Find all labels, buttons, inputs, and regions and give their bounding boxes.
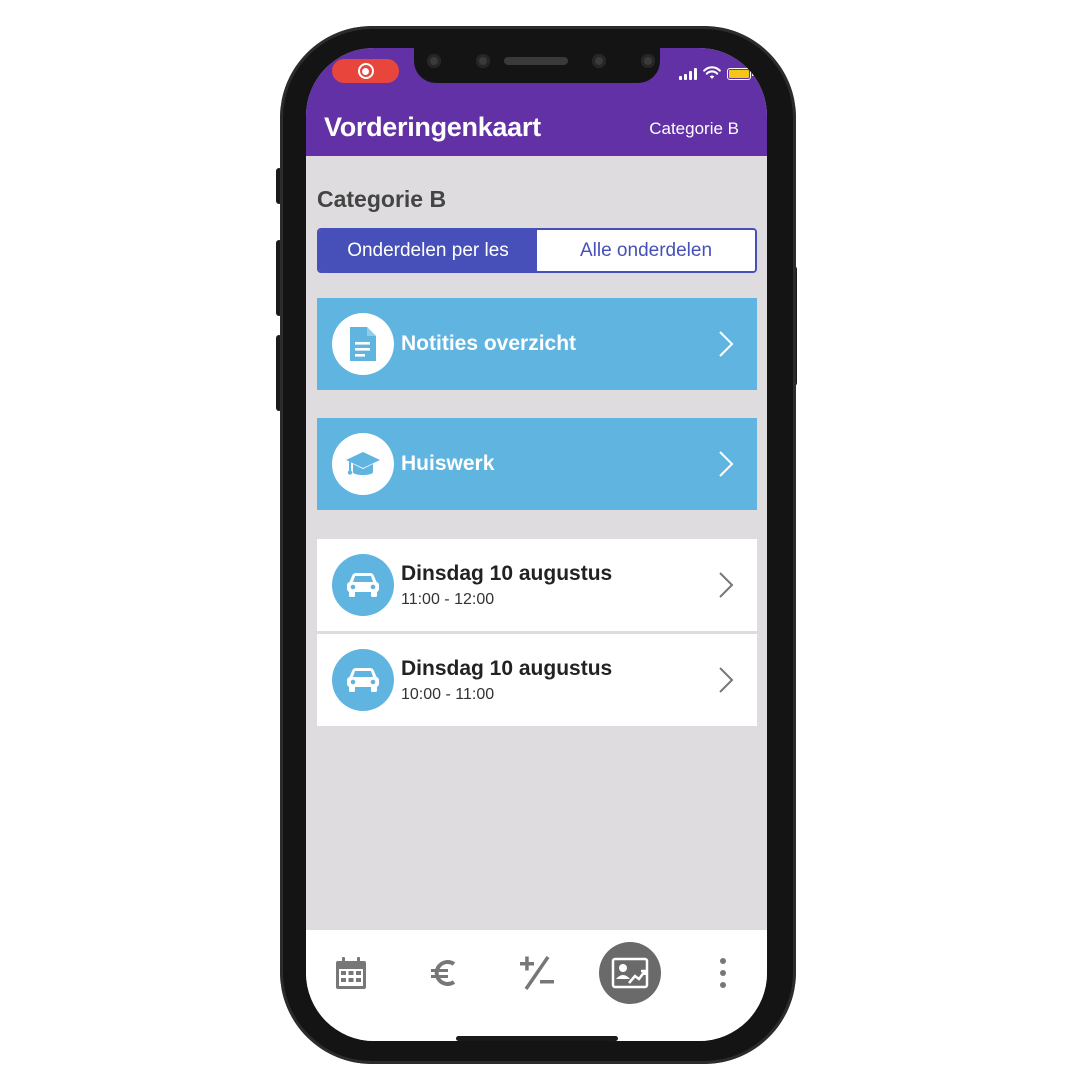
plus-minus-icon [520,956,554,990]
section-title: Categorie B [317,186,447,212]
homework-card[interactable]: Huiswerk [317,418,757,510]
tab-more[interactable] [692,942,754,1004]
view-segmented-control: Onderdelen per les Alle onderdelen [317,228,757,273]
earpiece-speaker [504,57,568,65]
screen-recording-indicator[interactable] [332,59,399,83]
lesson-text: Dinsdag 10 augustus 10:00 - 11:00 [401,657,709,704]
car-icon [332,554,394,616]
card-label: Notities overzicht [401,332,577,355]
header-category-label[interactable]: Categorie B [649,119,739,139]
tab-progress-card[interactable] [599,942,661,1004]
card-text: Huiswerk [401,452,709,476]
status-bar-icons [679,66,754,80]
battery-level [729,70,749,78]
car-icon [332,649,394,711]
phone-notch [414,48,660,83]
segment-all-parts[interactable]: Alle onderdelen [537,230,755,271]
euro-icon [431,960,456,986]
calendar-icon [336,957,366,989]
chevron-right-icon [709,447,743,481]
signal-icon [679,68,697,80]
bottom-tab-bar [306,930,767,1041]
chevron-right-icon [709,568,743,602]
more-vertical-icon [720,958,726,988]
chevron-right-icon [709,663,743,697]
tab-payments[interactable] [413,942,475,1004]
tab-adjustments[interactable] [506,942,568,1004]
chevron-right-icon [709,327,743,361]
tab-calendar[interactable] [320,942,382,1004]
lesson-list-item[interactable]: Dinsdag 10 augustus 10:00 - 11:00 [317,634,757,726]
lesson-date: Dinsdag 10 augustus [401,656,613,680]
notes-overview-card[interactable]: Notities overzicht [317,298,757,390]
lesson-text: Dinsdag 10 augustus 11:00 - 12:00 [401,562,709,609]
graduation-cap-icon [332,433,394,495]
wifi-icon [703,66,721,79]
home-indicator[interactable] [456,1036,618,1041]
segment-per-lesson[interactable]: Onderdelen per les [319,230,537,271]
front-sensor-icon [427,54,441,68]
lesson-time: 10:00 - 11:00 [401,685,495,703]
record-icon [357,63,374,79]
progress-card-icon [611,957,649,989]
proximity-sensor-icon [592,54,606,68]
battery-icon [727,68,754,80]
phone-screen: Vorderingenkaart Categorie B Categorie B… [306,48,767,1041]
front-camera-icon [476,54,490,68]
lesson-list-item[interactable]: Dinsdag 10 augustus 11:00 - 12:00 [317,539,757,631]
page-title: Vorderingenkaart [324,112,541,142]
card-label: Huiswerk [401,452,495,475]
lesson-date: Dinsdag 10 augustus [401,561,613,585]
document-icon [332,313,394,375]
face-id-sensor-icon [641,54,655,68]
lesson-time: 11:00 - 12:00 [401,590,495,608]
card-text: Notities overzicht [401,332,709,356]
